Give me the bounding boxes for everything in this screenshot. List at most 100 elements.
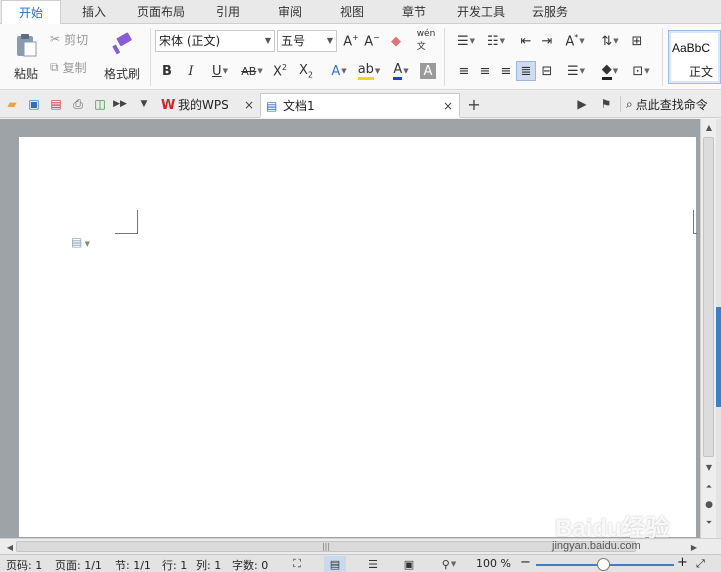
justify-button[interactable]: ≣ [516, 61, 536, 81]
close-icon[interactable]: × [443, 94, 453, 119]
tab-developer[interactable]: 开发工具 [448, 0, 514, 24]
scroll-thumb[interactable]: ||| [16, 541, 636, 552]
scroll-up-icon[interactable]: ▲ [701, 119, 717, 135]
align-right-icon: ≡ [500, 63, 512, 79]
more-icon[interactable]: ▶▶ [112, 96, 128, 112]
bullets-button[interactable]: ☰ ▼ [452, 31, 480, 51]
vertical-scrollbar[interactable]: ▲ ▼ ⏶ ● ⏷ [700, 119, 716, 538]
divider [444, 28, 445, 86]
tab-insert[interactable]: 插入 [64, 0, 124, 24]
numbering-button[interactable]: ☷ ▼ [482, 31, 510, 51]
text-effect-button[interactable]: A ▼ [324, 61, 354, 81]
style-preview: AaBbC [672, 41, 711, 55]
style-normal[interactable]: AaBbC 正文 [668, 30, 721, 84]
sort-button[interactable]: ⇅ ▼ [596, 31, 624, 51]
cut-button[interactable]: ✂ 剪切 [50, 30, 98, 48]
customize-arrow-icon[interactable]: ▼ [136, 96, 152, 112]
align-center-button[interactable]: ≡ [475, 61, 495, 81]
tab-my-wps[interactable]: W 我的WPS × [156, 93, 260, 118]
table-button[interactable]: ⊞ [627, 31, 647, 51]
increase-indent-button[interactable]: ⇥ [537, 31, 557, 51]
font-name-value: 宋体 (正文) [159, 34, 221, 48]
scroll-right-icon[interactable]: ▶ [686, 539, 702, 555]
eraser-icon: ◆ [391, 33, 401, 49]
char-shading-button[interactable]: A [420, 63, 436, 79]
shrink-font-button[interactable]: A− [362, 31, 382, 51]
fit-window-icon[interactable]: ⤢ [696, 557, 705, 571]
collaborate-icon[interactable]: ⚑ [598, 96, 614, 112]
tab-review[interactable]: 审阅 [262, 0, 318, 24]
clipboard-icon [13, 32, 39, 61]
font-color-button[interactable]: A ▼ [386, 61, 416, 81]
bold-button[interactable]: B [157, 61, 177, 81]
zoom-in-icon[interactable]: + [677, 555, 688, 570]
document-workspace: ▤ ▼ [0, 119, 700, 538]
tab-view[interactable]: 视图 [324, 0, 380, 24]
font-color-icon: A [393, 62, 403, 80]
highlight-button[interactable]: ab ▼ [354, 61, 384, 81]
paste-options-icon[interactable]: ▤ ▼ [71, 235, 90, 249]
tab-document1-label: 文档1 [283, 99, 315, 113]
web-view-icon[interactable]: ▣ [398, 556, 420, 572]
document-page[interactable]: ▤ ▼ [19, 137, 697, 537]
eye-protection-icon[interactable]: ⚲ ▼ [434, 556, 464, 572]
change-case-button[interactable]: A* ▼ [560, 31, 590, 51]
outline-view-icon[interactable]: ☰ [362, 556, 384, 572]
decrease-indent-button[interactable]: ⇤ [516, 31, 536, 51]
clear-format-button[interactable]: ◆ [386, 31, 406, 51]
zoom-out-icon[interactable]: − [520, 555, 531, 570]
status-words: 字数: 0 [232, 559, 269, 572]
new-tab-plus-icon[interactable]: + [466, 95, 482, 114]
margin-corner-left [115, 210, 138, 234]
shading-button[interactable]: ◆ ▼ [596, 61, 624, 81]
browse-object-icon[interactable]: ● [701, 497, 717, 513]
phonetic-button[interactable]: wén 文 [412, 28, 440, 52]
borders-button[interactable]: ⊡ ▼ [627, 61, 655, 81]
grow-font-button[interactable]: A+ [341, 31, 361, 51]
font-name-select[interactable]: 宋体 (正文) ▼ [155, 30, 275, 52]
export-pdf-icon[interactable]: ▤ [48, 96, 64, 112]
strikethrough-button[interactable]: AB ▼ [237, 61, 267, 81]
next-page-icon[interactable]: ⏷ [701, 515, 717, 531]
distributed-button[interactable]: ⊟ [537, 61, 557, 81]
previous-page-icon[interactable]: ⏶ [701, 479, 717, 495]
tab-cloud[interactable]: 云服务 [520, 0, 580, 24]
close-icon[interactable]: × [244, 93, 254, 118]
scroll-thumb[interactable] [703, 137, 714, 457]
page-view-icon[interactable]: ▤ [324, 556, 346, 572]
shrink-font-icon: A− [364, 32, 380, 50]
align-center-icon: ≡ [479, 63, 491, 79]
italic-button[interactable]: I [181, 61, 201, 81]
zoom-slider-thumb[interactable] [597, 558, 610, 571]
subscript-button[interactable]: X2 [296, 61, 316, 81]
task-pane-toggle[interactable] [716, 307, 721, 407]
scroll-down-icon[interactable]: ▼ [701, 459, 717, 475]
open-folder-icon[interactable]: ▰ [4, 96, 20, 112]
tab-references[interactable]: 引用 [200, 0, 256, 24]
font-size-select[interactable]: 五号 ▼ [277, 30, 337, 52]
print-icon[interactable]: ⎙ [70, 96, 86, 112]
strikethrough-icon: AB [241, 64, 257, 78]
align-left-button[interactable]: ≡ [454, 61, 474, 81]
save-icon[interactable]: ▣ [26, 96, 42, 112]
phonetic-icon: wén 文 [416, 28, 436, 52]
tab-page-layout[interactable]: 页面布局 [128, 0, 194, 24]
tab-chapter[interactable]: 章节 [386, 0, 442, 24]
line-spacing-button[interactable]: ☰ ▼ [562, 61, 590, 81]
divider [150, 28, 151, 86]
fullscreen-icon[interactable]: ⛶ [286, 556, 308, 572]
align-right-button[interactable]: ≡ [496, 61, 516, 81]
format-painter-button[interactable]: 格式刷 [100, 28, 144, 86]
superscript-button[interactable]: X2 [270, 61, 290, 81]
print-preview-icon[interactable]: ◫ [92, 96, 108, 112]
tab-document1[interactable]: ▤ 文档1 × [260, 93, 460, 118]
share-icon[interactable]: ▶ [574, 96, 590, 112]
command-search[interactable]: ⌕ 点此查找命令 [626, 95, 708, 113]
tab-start[interactable]: 开始 [1, 0, 61, 25]
copy-button[interactable]: ⧉ 复制 [50, 58, 98, 76]
paste-button[interactable]: 粘贴 [6, 28, 46, 86]
sort-icon: ⇅ [601, 33, 613, 49]
text-effect-icon: A [331, 63, 341, 79]
underline-button[interactable]: U ▼ [205, 61, 235, 81]
paintbrush-icon [110, 32, 134, 59]
